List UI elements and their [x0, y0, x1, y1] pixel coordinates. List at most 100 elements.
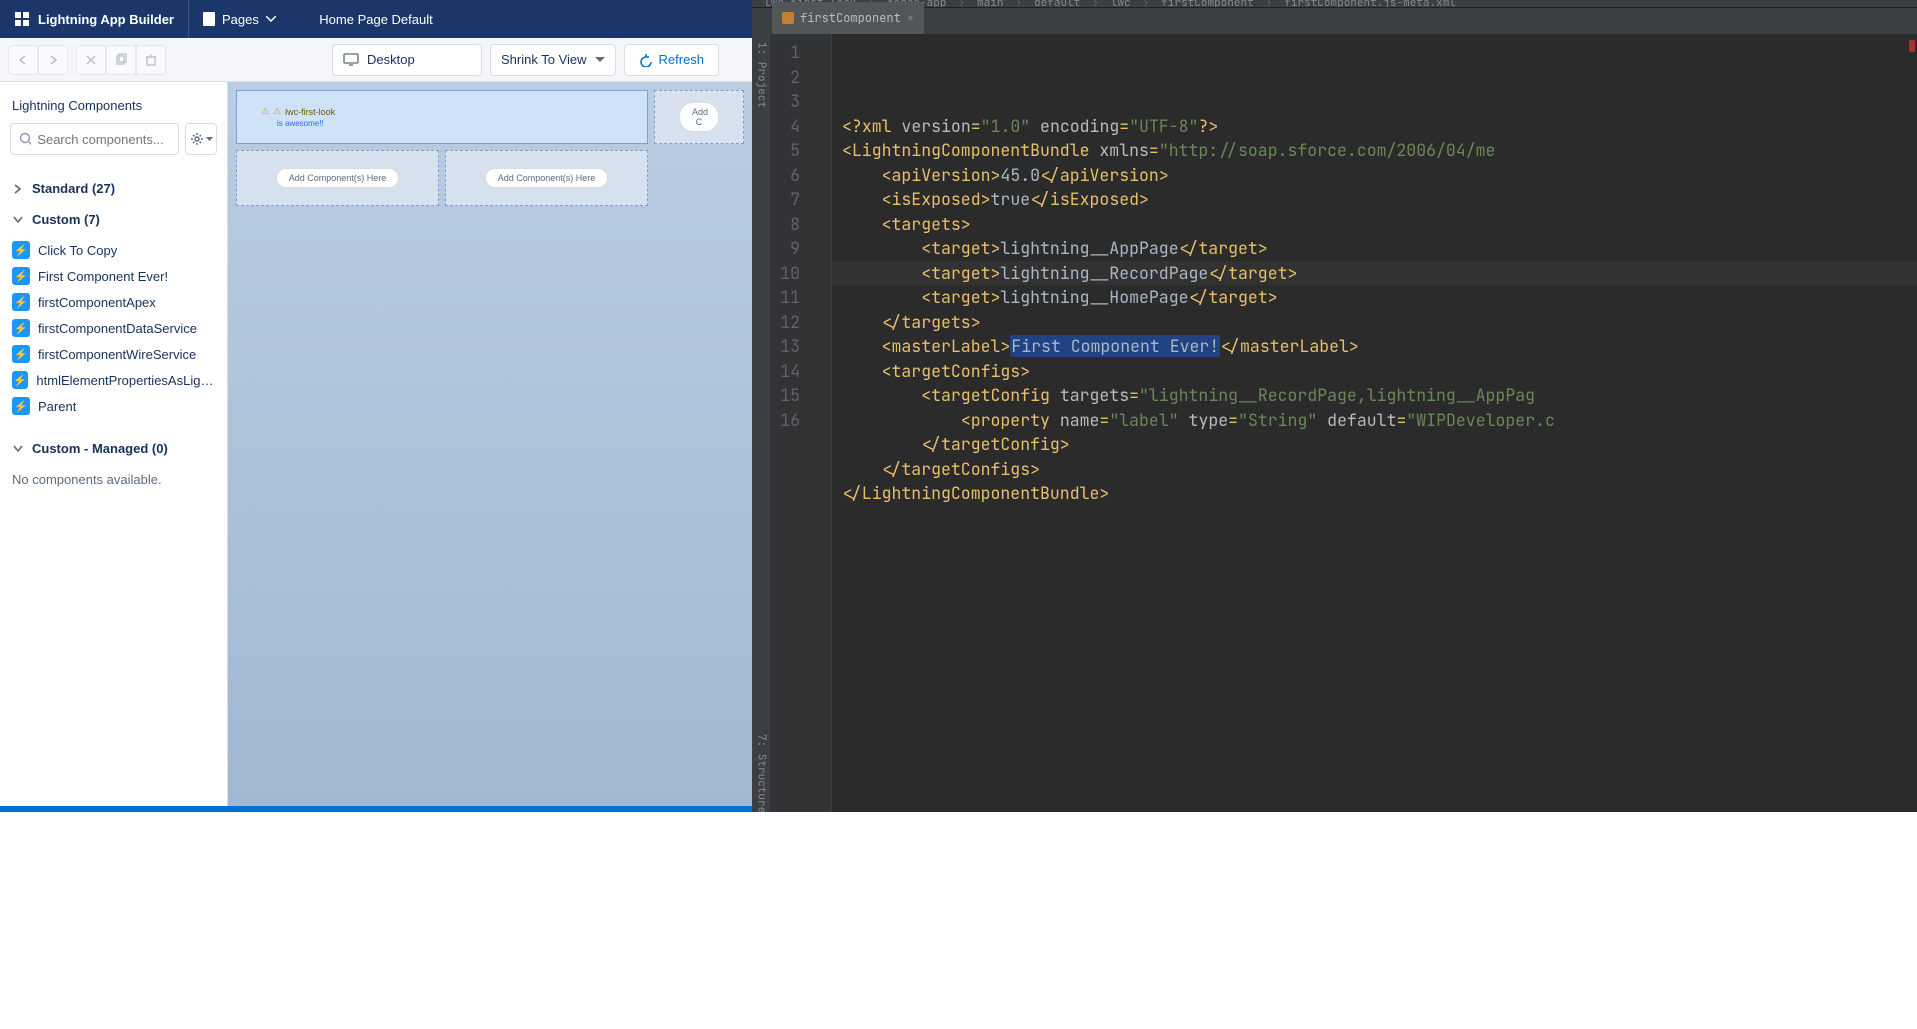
- component-label: Click To Copy: [38, 243, 117, 258]
- component-item[interactable]: ⚡ htmlElementPropertiesAsLightni...: [10, 367, 217, 393]
- refresh-label: Refresh: [659, 52, 705, 67]
- breadcrumb-item[interactable]: firstComponent.js-meta.xml: [1284, 0, 1456, 8]
- code-line[interactable]: </targetConfigs>: [836, 457, 1917, 482]
- hero-component[interactable]: ⚠⚠ lwc-first-look is awesome!!: [236, 90, 648, 144]
- component-item[interactable]: ⚡firstComponentApex: [10, 289, 217, 315]
- code-line[interactable]: </LightningComponentBundle>: [836, 481, 1917, 506]
- lwc-icon: ⚡: [12, 397, 30, 415]
- error-strip-marker: [1909, 40, 1915, 52]
- brand: Lightning App Builder: [0, 0, 189, 38]
- code-area[interactable]: <?xml version="1.0" encoding="UTF-8"?><L…: [832, 34, 1917, 812]
- search-input-wrap[interactable]: [10, 123, 179, 155]
- breadcrumb-item[interactable]: firstComponent: [1161, 0, 1253, 8]
- code-line[interactable]: <targetConfigs>: [836, 359, 1917, 384]
- copy-icon: [114, 53, 128, 67]
- breadcrumb-sep: ›: [1143, 0, 1150, 8]
- component-item[interactable]: ⚡First Component Ever!: [10, 263, 217, 289]
- chevron-down-icon: [13, 216, 23, 224]
- search-icon: [19, 132, 31, 146]
- hero-line1: ⚠⚠ lwc-first-look: [261, 106, 647, 117]
- lwc-icon: ⚡: [12, 293, 30, 311]
- search-input[interactable]: [37, 132, 170, 147]
- tool-structure[interactable]: 7: Structure: [752, 734, 770, 812]
- device-label: Desktop: [367, 52, 415, 67]
- undo-icon: [16, 53, 30, 67]
- copy-button[interactable]: [106, 45, 136, 75]
- dropzone-label: Add Component(s) Here: [276, 168, 400, 188]
- component-item[interactable]: ⚡Click To Copy: [10, 237, 217, 263]
- breadcrumb-item[interactable]: main: [977, 0, 1003, 8]
- ide: lwc-first-look›force-app›main›default›lw…: [752, 0, 1917, 812]
- component-label: firstComponentWireService: [38, 347, 196, 362]
- code-line[interactable]: <targetConfig targets="lightning__Record…: [836, 383, 1917, 408]
- gear-icon: [190, 132, 204, 146]
- code-line[interactable]: <?xml version="1.0" encoding="UTF-8"?>: [836, 114, 1917, 139]
- section-standard[interactable]: Standard (27): [10, 173, 217, 204]
- code-line[interactable]: </targetConfig>: [836, 432, 1917, 457]
- pages-menu[interactable]: Pages: [189, 0, 290, 38]
- caret-down-icon: [595, 57, 605, 63]
- lwc-icon: ⚡: [12, 371, 28, 389]
- dropzone[interactable]: Add Component(s) Here: [445, 150, 648, 206]
- xml-file-icon: [782, 12, 794, 24]
- code-line[interactable]: <LightningComponentBundle xmlns="http://…: [836, 138, 1917, 163]
- canvas[interactable]: ⚠⚠ lwc-first-look is awesome!! Add Compo…: [228, 82, 752, 806]
- component-label: htmlElementPropertiesAsLightni...: [36, 373, 215, 388]
- line-numbers: 12345678910111213141516: [770, 34, 816, 812]
- dropzone[interactable]: Add Component(s) Here: [236, 150, 439, 206]
- dropzone-right[interactable]: Add C: [654, 90, 744, 144]
- component-item[interactable]: ⚡firstComponentWireService: [10, 341, 217, 367]
- refresh-icon: [639, 53, 653, 67]
- lab-header: Lightning App Builder Pages Home Page De…: [0, 0, 752, 38]
- code-line[interactable]: <isExposed>true</isExposed>: [836, 187, 1917, 212]
- section-label: Custom - Managed (0): [32, 441, 168, 456]
- tab-label: firstComponent: [800, 6, 901, 31]
- refresh-button[interactable]: Refresh: [624, 44, 720, 76]
- close-icon[interactable]: ×: [907, 6, 914, 31]
- brand-label: Lightning App Builder: [38, 12, 174, 27]
- undo-button[interactable]: [8, 45, 38, 75]
- section-managed[interactable]: Custom - Managed (0): [10, 433, 217, 464]
- code-line[interactable]: </targets>: [836, 310, 1917, 335]
- cut-button[interactable]: [76, 45, 106, 75]
- redo-button[interactable]: [38, 45, 68, 75]
- ide-tab[interactable]: firstComponent ×: [772, 2, 924, 35]
- settings-button[interactable]: [185, 123, 217, 155]
- shrink-select[interactable]: Shrink To View: [490, 44, 616, 76]
- lab-toolbar: Desktop Shrink To View Refresh: [0, 38, 752, 82]
- chevron-down-icon: [13, 445, 23, 453]
- component-label: Parent: [38, 399, 76, 414]
- page-icon: [203, 12, 215, 26]
- dropzone-label: Add Component(s) Here: [485, 168, 609, 188]
- fold-gutter: [816, 34, 832, 812]
- chevron-down-icon: [266, 16, 276, 22]
- code-line[interactable]: <masterLabel>First Component Ever!</mast…: [836, 334, 1917, 359]
- device-select[interactable]: Desktop: [332, 44, 482, 76]
- section-custom[interactable]: Custom (7): [10, 204, 217, 235]
- ide-breadcrumbs: lwc-first-look›force-app›main›default›lw…: [752, 0, 1917, 8]
- tool-project[interactable]: 1: Project: [752, 34, 770, 812]
- code-line[interactable]: <apiVersion>45.0</apiVersion>: [836, 163, 1917, 188]
- code-line[interactable]: <target>lightning__AppPage</target>: [836, 236, 1917, 261]
- breadcrumb-sep: ›: [1015, 0, 1022, 8]
- sidebar-title: Lightning Components: [10, 94, 217, 123]
- breadcrumb-item[interactable]: lwc: [1111, 0, 1131, 8]
- component-item[interactable]: ⚡ firstComponentDataService: [10, 315, 217, 341]
- breadcrumb-item[interactable]: default: [1034, 0, 1080, 8]
- code-line[interactable]: <property name="label" type="String" def…: [836, 408, 1917, 433]
- lightning-app-builder: Lightning App Builder Pages Home Page De…: [0, 0, 752, 812]
- dropzone-label: Add C: [679, 102, 719, 132]
- pages-label: Pages: [222, 12, 259, 27]
- app-icon: [14, 11, 30, 27]
- trash-icon: [144, 53, 158, 67]
- component-item[interactable]: ⚡ Parent: [10, 393, 217, 419]
- component-label: firstComponentDataService: [38, 321, 197, 336]
- breadcrumb-sep: ›: [1266, 0, 1273, 8]
- redo-icon: [46, 53, 60, 67]
- chevron-right-icon: [14, 184, 22, 194]
- code-line[interactable]: <targets>: [836, 212, 1917, 237]
- editor[interactable]: 12345678910111213141516 <?xml version="1…: [770, 34, 1917, 812]
- lwc-icon: ⚡: [12, 319, 30, 337]
- code-line[interactable]: <target>lightning__HomePage</target>: [836, 285, 1917, 310]
- delete-button[interactable]: [136, 45, 166, 75]
